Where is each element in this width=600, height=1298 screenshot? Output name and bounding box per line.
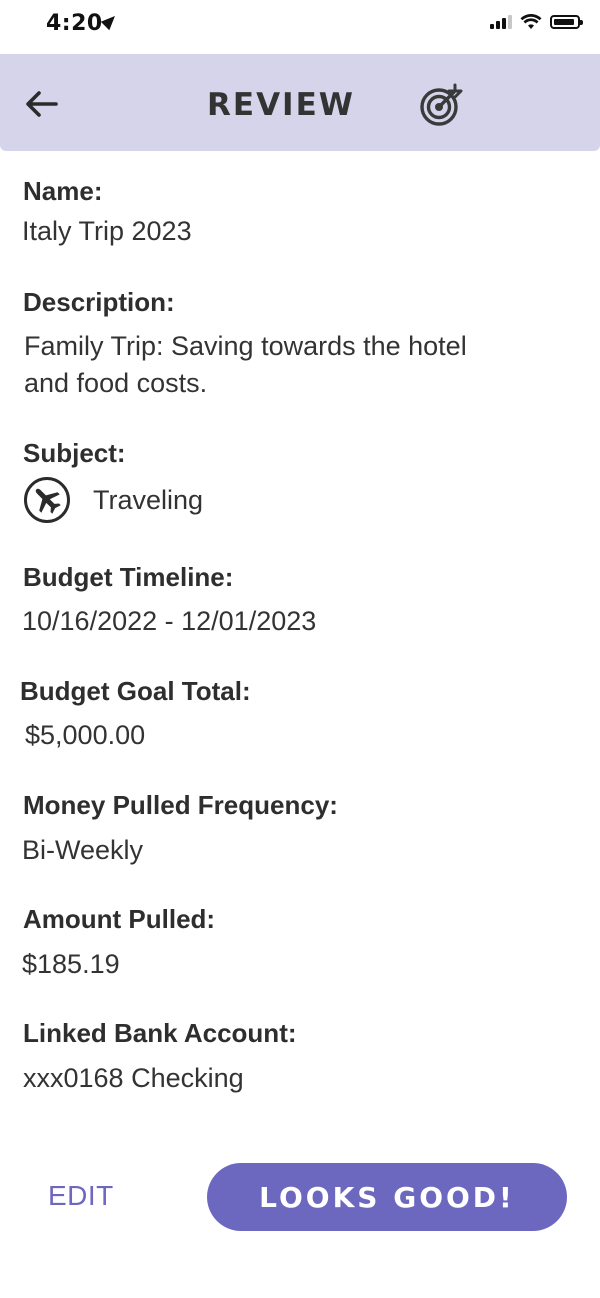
name-value: Italy Trip 2023 — [22, 216, 192, 246]
frequency-value: Bi-Weekly — [22, 835, 144, 865]
target-arrow-icon — [420, 83, 463, 126]
subject-label: Subject: — [23, 438, 126, 468]
status-time-text: 4:20 — [46, 11, 103, 36]
amount-pulled-label: Amount Pulled: — [23, 904, 216, 934]
airplane-icon — [23, 476, 71, 524]
battery-icon — [550, 15, 583, 29]
description-value-line1: Family Trip: Saving towards the hotel — [24, 331, 467, 361]
name-label: Name: — [23, 176, 103, 206]
header-bar: REVIEW — [0, 54, 600, 151]
goal-target-button[interactable] — [418, 82, 464, 128]
description-value-line2: and food costs. — [24, 368, 208, 398]
status-icons — [490, 14, 583, 30]
linked-account-value: xxx0168 Checking — [23, 1063, 244, 1093]
frequency-label: Money Pulled Frequency: — [23, 790, 338, 820]
amount-pulled-value: $185.19 — [22, 949, 120, 979]
cellular-signal-icon — [490, 15, 512, 29]
subject-value: Traveling — [93, 485, 204, 515]
budget-goal-total-label: Budget Goal Total: — [20, 676, 251, 706]
wifi-icon — [520, 14, 542, 29]
status-bar: 4:20 — [0, 0, 600, 54]
budget-timeline-label: Budget Timeline: — [23, 562, 234, 592]
looks-good-label: LOOKS GOOD! — [259, 1180, 515, 1214]
linked-account-label: Linked Bank Account: — [23, 1018, 297, 1048]
location-arrow-icon — [100, 11, 119, 31]
budget-goal-total-value: $5,000.00 — [25, 720, 146, 750]
status-time: 4:20 — [46, 11, 119, 36]
budget-timeline-value: 10/16/2022 - 12/01/2023 — [22, 606, 317, 636]
page-title: REVIEW — [207, 87, 355, 123]
description-label: Description: — [23, 287, 175, 317]
looks-good-button[interactable]: LOOKS GOOD! — [207, 1163, 567, 1231]
edit-button[interactable]: EDIT — [48, 1180, 114, 1212]
